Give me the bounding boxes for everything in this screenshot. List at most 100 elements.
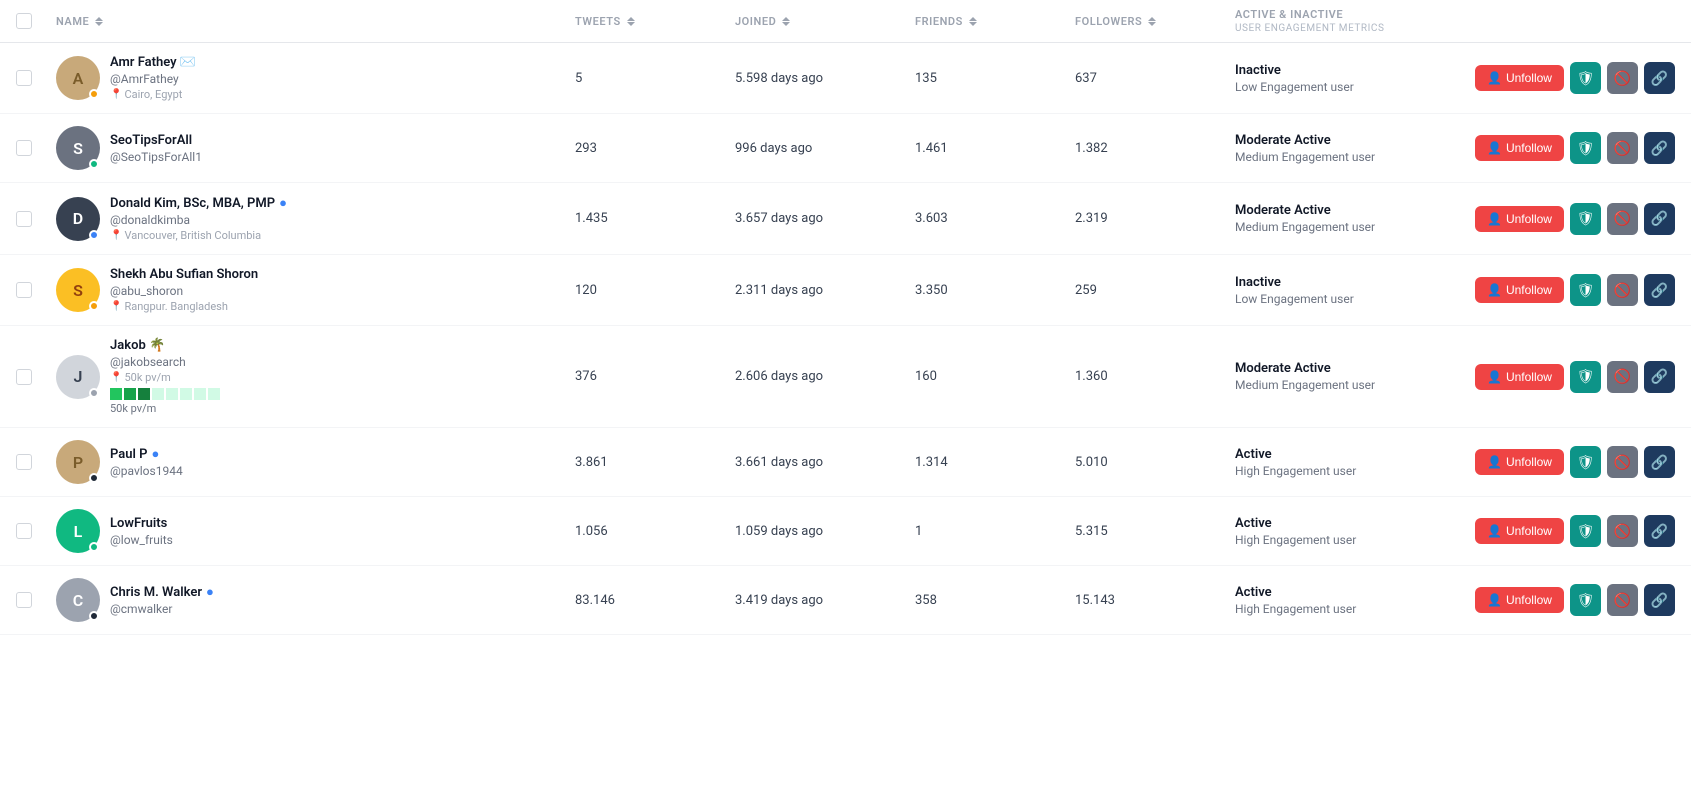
user-handle[interactable]: @SeoTipsForAll1 bbox=[110, 150, 202, 164]
engagement-label: Low Engagement user bbox=[1235, 80, 1475, 94]
block-button[interactable]: 🚫 bbox=[1607, 274, 1638, 306]
user-name: Jakob 🌴 bbox=[110, 338, 220, 353]
user-handle[interactable]: @AmrFathey bbox=[110, 72, 196, 86]
unfollow-button[interactable]: 👤 Unfollow bbox=[1475, 206, 1564, 232]
joined-cell: 2.606 days ago bbox=[735, 369, 915, 384]
header-friends[interactable]: FRIENDS bbox=[915, 15, 1075, 28]
unfollow-button[interactable]: 👤 Unfollow bbox=[1475, 277, 1564, 303]
avatar-status-dot bbox=[89, 473, 99, 483]
friends-cell: 160 bbox=[915, 369, 1075, 384]
shield-icon: 🛡 bbox=[1577, 282, 1595, 299]
header-name[interactable]: NAME bbox=[56, 15, 575, 28]
tag-block bbox=[166, 388, 178, 400]
sort-arrow-up bbox=[969, 17, 977, 21]
row-checkbox[interactable] bbox=[16, 369, 32, 385]
link-button[interactable]: 🔗 bbox=[1644, 361, 1675, 393]
shield-button[interactable]: 🛡 bbox=[1570, 274, 1601, 306]
location-text: Rangpur. Bangladesh bbox=[124, 300, 227, 313]
shield-icon: 🛡 bbox=[1577, 454, 1595, 471]
unfollow-button[interactable]: 👤 Unfollow bbox=[1475, 364, 1564, 390]
link-icon: 🔗 bbox=[1651, 282, 1668, 299]
joined-sort-arrows bbox=[782, 17, 790, 26]
link-button[interactable]: 🔗 bbox=[1644, 132, 1675, 164]
header-friends-label: FRIENDS bbox=[915, 15, 963, 28]
link-icon: 🔗 bbox=[1651, 523, 1668, 540]
unfollow-button[interactable]: 👤 Unfollow bbox=[1475, 518, 1564, 544]
engagement-status: Inactive bbox=[1235, 63, 1475, 78]
location-text: Cairo, Egypt bbox=[124, 88, 182, 101]
shield-button[interactable]: 🛡 bbox=[1570, 446, 1601, 478]
block-button[interactable]: 🚫 bbox=[1607, 584, 1638, 616]
user-location: 📍 Vancouver, British Columbia bbox=[110, 229, 287, 242]
followers-cell: 5.010 bbox=[1075, 455, 1235, 470]
link-button[interactable]: 🔗 bbox=[1644, 584, 1675, 616]
header-followers[interactable]: FOLLOWERS bbox=[1075, 15, 1235, 28]
actions-cell: 👤 Unfollow 🛡 🚫 🔗 bbox=[1475, 584, 1675, 616]
user-handle[interactable]: @jakobsearch bbox=[110, 355, 220, 369]
user-handle[interactable]: @cmwalker bbox=[110, 602, 214, 616]
sort-arrow-down bbox=[627, 22, 635, 26]
row-checkbox[interactable] bbox=[16, 70, 32, 86]
engagement-status: Moderate Active bbox=[1235, 361, 1475, 376]
shield-button[interactable]: 🛡 bbox=[1570, 361, 1601, 393]
followers-cell: 1.382 bbox=[1075, 141, 1235, 156]
shield-button[interactable]: 🛡 bbox=[1570, 132, 1601, 164]
unfollow-label: Unfollow bbox=[1506, 593, 1552, 607]
header-joined[interactable]: JOINED bbox=[735, 15, 915, 28]
user-cell: C Chris M. Walker ● @cmwalker bbox=[56, 578, 575, 622]
row-checkbox[interactable] bbox=[16, 282, 32, 298]
unfollow-button[interactable]: 👤 Unfollow bbox=[1475, 65, 1564, 91]
shield-button[interactable]: 🛡 bbox=[1570, 203, 1601, 235]
select-all-checkbox[interactable] bbox=[16, 13, 32, 29]
block-button[interactable]: 🚫 bbox=[1607, 203, 1638, 235]
followers-sort-arrows bbox=[1148, 17, 1156, 26]
shield-button[interactable]: 🛡 bbox=[1570, 584, 1601, 616]
engagement-label: High Engagement user bbox=[1235, 464, 1475, 478]
block-button[interactable]: 🚫 bbox=[1607, 132, 1638, 164]
block-button[interactable]: 🚫 bbox=[1607, 62, 1638, 94]
user-handle[interactable]: @pavlos1944 bbox=[110, 464, 183, 478]
link-button[interactable]: 🔗 bbox=[1644, 274, 1675, 306]
link-button[interactable]: 🔗 bbox=[1644, 203, 1675, 235]
unfollow-icon: 👤 bbox=[1487, 141, 1502, 155]
engagement-status: Active bbox=[1235, 447, 1475, 462]
verified-badge: ● bbox=[279, 195, 287, 211]
block-button[interactable]: 🚫 bbox=[1607, 446, 1638, 478]
link-button[interactable]: 🔗 bbox=[1644, 515, 1675, 547]
tweets-cell: 293 bbox=[575, 141, 735, 156]
block-icon: 🚫 bbox=[1614, 368, 1631, 385]
avatar-wrapper: L bbox=[56, 509, 100, 553]
row-checkbox[interactable] bbox=[16, 140, 32, 156]
unfollow-button[interactable]: 👤 Unfollow bbox=[1475, 587, 1564, 613]
link-icon: 🔗 bbox=[1651, 592, 1668, 609]
user-name: LowFruits bbox=[110, 516, 173, 531]
user-name-text: Jakob 🌴 bbox=[110, 338, 165, 353]
unfollow-icon: 👤 bbox=[1487, 71, 1502, 85]
user-name-text: Chris M. Walker bbox=[110, 585, 202, 600]
link-button[interactable]: 🔗 bbox=[1644, 446, 1675, 478]
block-button[interactable]: 🚫 bbox=[1607, 515, 1638, 547]
user-handle[interactable]: @abu_shoron bbox=[110, 284, 258, 298]
link-icon: 🔗 bbox=[1651, 454, 1668, 471]
block-button[interactable]: 🚫 bbox=[1607, 361, 1638, 393]
row-checkbox[interactable] bbox=[16, 211, 32, 227]
row-checkbox[interactable] bbox=[16, 523, 32, 539]
row-checkbox-cell bbox=[16, 454, 56, 470]
shield-button[interactable]: 🛡 bbox=[1570, 62, 1601, 94]
user-info: Chris M. Walker ● @cmwalker bbox=[110, 584, 214, 616]
avatar-wrapper: A bbox=[56, 56, 100, 100]
unfollow-button[interactable]: 👤 Unfollow bbox=[1475, 449, 1564, 475]
row-checkbox[interactable] bbox=[16, 454, 32, 470]
link-button[interactable]: 🔗 bbox=[1644, 62, 1675, 94]
unfollow-button[interactable]: 👤 Unfollow bbox=[1475, 135, 1564, 161]
user-tag-blocks bbox=[110, 388, 220, 400]
header-tweets[interactable]: TWEETS bbox=[575, 15, 735, 28]
user-handle[interactable]: @low_fruits bbox=[110, 533, 173, 547]
tweets-cell: 83.146 bbox=[575, 593, 735, 608]
followers-cell: 1.360 bbox=[1075, 369, 1235, 384]
user-location: 📍 50k pv/m bbox=[110, 371, 220, 384]
user-pv: 50k pv/m bbox=[110, 402, 220, 415]
user-handle[interactable]: @donaldkimba bbox=[110, 213, 287, 227]
shield-button[interactable]: 🛡 bbox=[1570, 515, 1601, 547]
row-checkbox[interactable] bbox=[16, 592, 32, 608]
